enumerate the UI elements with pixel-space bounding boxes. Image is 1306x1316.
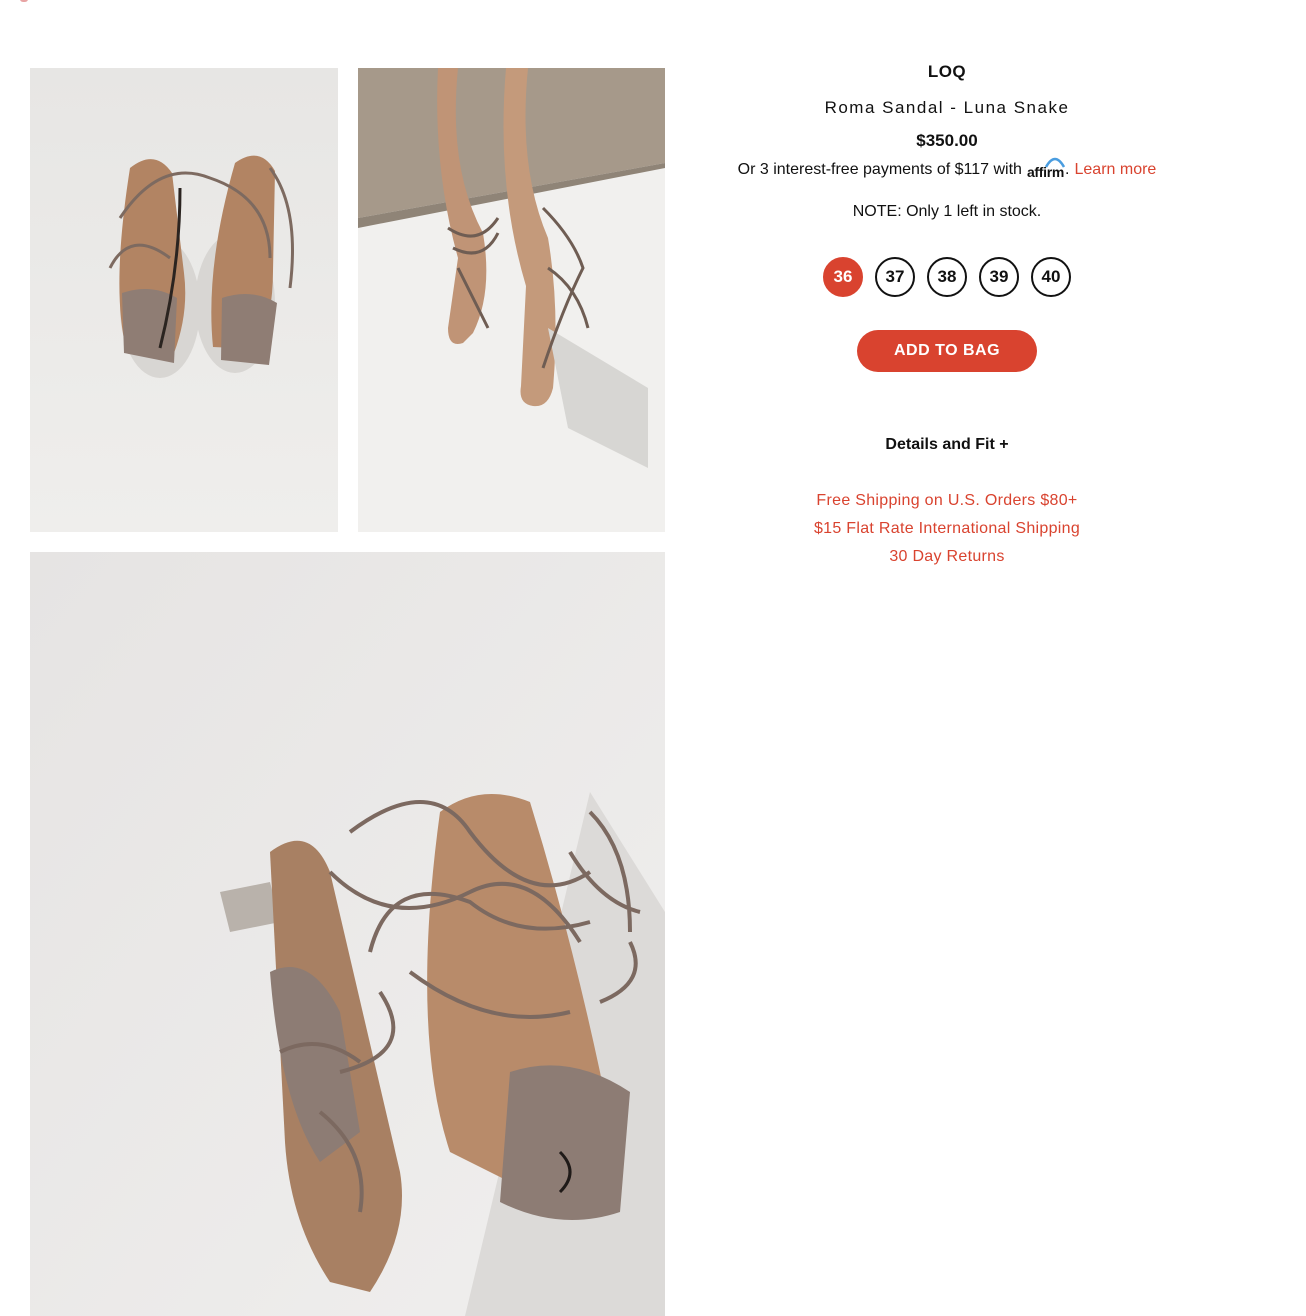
product-info-panel: LOQ Roma Sandal - Luna Snake $350.00 Or …	[688, 56, 1206, 571]
product-price: $350.00	[916, 131, 978, 150]
size-option-36[interactable]: 36	[823, 257, 863, 297]
add-to-bag-button[interactable]: ADD TO BAG	[857, 330, 1037, 372]
size-option-37[interactable]: 37	[875, 257, 915, 297]
learn-more-link[interactable]: Learn more	[1075, 161, 1157, 179]
details-and-fit-toggle[interactable]: Details and Fit +	[688, 436, 1206, 454]
shipping-policies: Free Shipping on U.S. Orders $80+ $15 Fl…	[688, 487, 1206, 571]
size-selector: 36 37 38 39 40	[688, 257, 1206, 297]
product-brand[interactable]: LOQ	[688, 62, 1206, 82]
policy-returns: 30 Day Returns	[889, 548, 1005, 565]
product-image-pair-top-view[interactable]	[30, 68, 338, 532]
affirm-financing-line: Or 3 interest-free payments of $117 with…	[688, 157, 1206, 180]
product-image-single-angle[interactable]	[30, 552, 665, 1316]
policy-international-shipping: $15 Flat Rate International Shipping	[813, 520, 1081, 537]
size-option-40[interactable]: 40	[1031, 257, 1071, 297]
policy-free-shipping: Free Shipping on U.S. Orders $80+	[816, 492, 1078, 509]
affirm-logo-icon: affirm	[1027, 157, 1066, 180]
size-option-39[interactable]: 39	[979, 257, 1019, 297]
logo-fragment	[20, 0, 28, 2]
product-image-on-feet[interactable]	[358, 68, 665, 532]
affirm-payment-text: Or 3 interest-free payments of $117 with	[737, 161, 1022, 178]
product-page: LOQ Roma Sandal - Luna Snake $350.00 Or …	[0, 0, 1306, 1316]
stock-note: NOTE: Only 1 left in stock.	[852, 203, 1042, 220]
product-title: Roma Sandal - Luna Snake	[824, 98, 1070, 117]
size-option-38[interactable]: 38	[927, 257, 967, 297]
